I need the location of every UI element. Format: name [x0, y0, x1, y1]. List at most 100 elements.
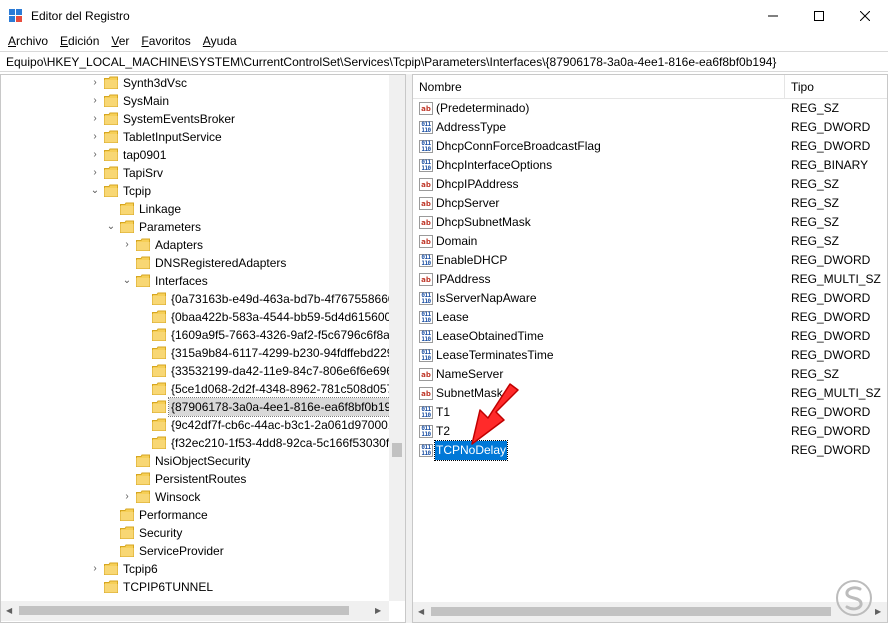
tree-node[interactable]: ⌄ Interfaces	[1, 272, 389, 290]
column-header-type[interactable]: Tipo	[785, 75, 887, 99]
menu-ver[interactable]: Ver	[105, 31, 135, 51]
tree-node[interactable]: › tap0901	[1, 146, 389, 164]
binary-value-icon: 011 110	[419, 406, 433, 419]
minimize-icon	[768, 15, 778, 16]
chevron-right-icon[interactable]: ›	[90, 110, 100, 128]
tree-node-label: {87906178-3a0a-4ee1-816e-ea6f8bf0b194}	[168, 397, 389, 417]
tree-vertical-scrollbar[interactable]	[389, 75, 405, 601]
key-tree-pane: › Synth3dVsc › SysMain › SystemEventsBroker › T…	[0, 74, 406, 623]
tree-node[interactable]: {1609a9f5-7663-4326-9af2-f5c6796c6f8a}	[1, 326, 389, 344]
menu-favoritos[interactable]: Favoritos	[135, 31, 196, 51]
menu-edicion[interactable]: Edición	[54, 31, 105, 51]
chevron-down-icon[interactable]: ⌄	[90, 182, 100, 200]
tree-node[interactable]: › SysMain	[1, 92, 389, 110]
chevron-right-icon[interactable]: ›	[90, 560, 100, 578]
values-list-header: Nombre Tipo	[413, 75, 887, 99]
list-horizontal-scrollbar[interactable]: ◀ ▶	[413, 602, 887, 622]
tree-node[interactable]: › Tcpip6	[1, 560, 389, 578]
column-header-name[interactable]: Nombre	[413, 75, 785, 99]
value-name: IsServerNapAware	[436, 291, 537, 305]
menu-archivo[interactable]: Archivo	[2, 31, 54, 51]
close-button[interactable]	[842, 0, 888, 31]
value-row[interactable]: 011 110 IsServerNapAware REG_DWORD	[413, 289, 887, 308]
chevron-right-icon[interactable]: ›	[90, 92, 100, 110]
maximize-button[interactable]	[796, 0, 842, 31]
tree-node[interactable]: › TapiSrv	[1, 164, 389, 182]
tree-node-label: Linkage	[139, 202, 182, 216]
address-path[interactable]: Equipo\HKEY_LOCAL_MACHINE\SYSTEM\Current…	[6, 55, 776, 69]
tree-horizontal-scroll-thumb[interactable]	[19, 606, 349, 615]
tree-node[interactable]: NsiObjectSecurity	[1, 452, 389, 470]
value-row[interactable]: 011 110 Lease REG_DWORD	[413, 308, 887, 327]
value-row[interactable]: 011 110 LeaseTerminatesTime REG_DWORD	[413, 346, 887, 365]
tree-node[interactable]: {0baa422b-583a-4544-bb59-5d4d6156009	[1, 308, 389, 326]
value-type: REG_DWORD	[791, 253, 871, 267]
tree-node[interactable]: {9c42df7f-cb6c-44ac-b3c1-2a061d970001	[1, 416, 389, 434]
tree-node[interactable]: › Winsock	[1, 488, 389, 506]
value-name: DhcpSubnetMask	[436, 215, 531, 229]
folder-icon	[104, 184, 118, 197]
chevron-right-icon[interactable]: ›	[122, 488, 132, 506]
value-row[interactable]: 011 110 DhcpConnForceBroadcastFlag REG_DWO…	[413, 137, 887, 156]
key-tree: › Synth3dVsc › SysMain › SystemEventsBroker › T…	[1, 75, 389, 601]
tree-node[interactable]: Linkage	[1, 200, 389, 218]
chevron-down-icon[interactable]: ⌄	[106, 218, 116, 236]
tree-node[interactable]: {87906178-3a0a-4ee1-816e-ea6f8bf0b194}	[1, 397, 389, 417]
title-bar: Editor del Registro	[0, 0, 888, 31]
address-bar[interactable]: Equipo\HKEY_LOCAL_MACHINE\SYSTEM\Current…	[0, 51, 888, 72]
chevron-right-icon[interactable]: ›	[90, 128, 100, 146]
value-row[interactable]: 011 110 LeaseObtainedTime REG_DWORD	[413, 327, 887, 346]
value-row[interactable]: 011 110 EnableDHCP REG_DWORD	[413, 251, 887, 270]
scroll-left-icon[interactable]: ◀	[6, 606, 12, 615]
chevron-right-icon[interactable]: ›	[122, 236, 132, 254]
tree-node[interactable]: PersistentRoutes	[1, 470, 389, 488]
scroll-right-icon[interactable]: ▶	[375, 606, 381, 615]
string-value-icon: ab	[419, 273, 433, 286]
value-row[interactable]: ab DhcpSubnetMask REG_SZ	[413, 213, 887, 232]
registry-editor-icon	[9, 9, 23, 23]
minimize-button[interactable]	[750, 0, 796, 31]
tree-node[interactable]: DNSRegisteredAdapters	[1, 254, 389, 272]
tree-node-label: {315a9b84-6117-4299-b230-94fdffebd229	[171, 346, 389, 360]
string-value-icon: ab	[419, 387, 433, 400]
tree-node[interactable]: › SystemEventsBroker	[1, 110, 389, 128]
list-horizontal-scroll-thumb[interactable]	[431, 607, 831, 616]
chevron-down-icon[interactable]: ⌄	[122, 272, 132, 290]
value-type: REG_DWORD	[791, 120, 871, 134]
tree-horizontal-scrollbar[interactable]: ◀ ▶	[1, 601, 389, 621]
tree-node[interactable]: ServiceProvider	[1, 542, 389, 560]
tree-node[interactable]: ⌄ Tcpip	[1, 182, 389, 200]
folder-icon	[152, 400, 166, 413]
chevron-right-icon[interactable]: ›	[90, 75, 100, 92]
value-type: REG_SZ	[791, 177, 840, 191]
value-row[interactable]: ab DhcpServer REG_SZ	[413, 194, 887, 213]
tree-node[interactable]: {0a73163b-e49d-463a-bd7b-4f767558660c	[1, 290, 389, 308]
chevron-right-icon[interactable]: ›	[90, 164, 100, 182]
menu-ayuda[interactable]: Ayuda	[197, 31, 243, 51]
tree-node[interactable]: {5ce1d068-2d2f-4348-8962-781c508d0571	[1, 380, 389, 398]
value-row[interactable]: ab (Predeterminado) REG_SZ	[413, 99, 887, 118]
value-name: T2	[436, 424, 451, 438]
value-name: DhcpConnForceBroadcastFlag	[436, 139, 601, 153]
value-row[interactable]: 011 110 DhcpInterfaceOptions REG_BINARY	[413, 156, 887, 175]
value-row[interactable]: ab IPAddress REG_MULTI_SZ	[413, 270, 887, 289]
tree-node[interactable]: {f32ec210-1f53-4dd8-92ca-5c166f53030f}	[1, 434, 389, 452]
folder-icon	[104, 112, 118, 125]
value-row[interactable]: ab Domain REG_SZ	[413, 232, 887, 251]
tree-node[interactable]: TCPIP6TUNNEL	[1, 578, 389, 596]
tree-node[interactable]: {33532199-da42-11e9-84c7-806e6f6e6963	[1, 362, 389, 380]
scroll-left-icon[interactable]: ◀	[418, 607, 424, 616]
tree-node[interactable]: Security	[1, 524, 389, 542]
chevron-right-icon[interactable]: ›	[90, 146, 100, 164]
tree-vertical-scroll-thumb[interactable]	[392, 443, 402, 457]
tree-node[interactable]: ⌄ Parameters	[1, 218, 389, 236]
tree-node[interactable]: {315a9b84-6117-4299-b230-94fdffebd229	[1, 344, 389, 362]
tree-node[interactable]: › Synth3dVsc	[1, 75, 389, 92]
tree-node[interactable]: Performance	[1, 506, 389, 524]
tree-node[interactable]: › Adapters	[1, 236, 389, 254]
value-row[interactable]: ab DhcpIPAddress REG_SZ	[413, 175, 887, 194]
value-row[interactable]: 011 110 AddressType REG_DWORD	[413, 118, 887, 137]
tree-node[interactable]: › TabletInputService	[1, 128, 389, 146]
value-type: REG_MULTI_SZ	[791, 272, 881, 286]
binary-value-icon: 011 110	[419, 349, 433, 362]
